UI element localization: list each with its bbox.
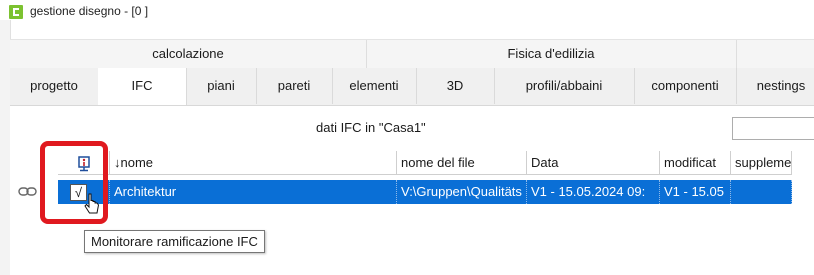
tab-profili-abbaini[interactable]: profili/abbaini xyxy=(494,68,635,104)
column-header-supplemento[interactable]: suppleme xyxy=(731,151,792,175)
tab-componenti[interactable]: componenti xyxy=(634,68,737,104)
cell-modificato[interactable]: V1 - 15.05 xyxy=(660,180,731,204)
app-icon xyxy=(9,5,23,19)
group-tab-bar: calcolazione Fisica d'edilizia xyxy=(10,39,814,69)
cell-file[interactable]: V:\Gruppen\Qualitäts xyxy=(397,180,527,204)
tab-bar: progetto IFC piani pareti elementi 3D pr… xyxy=(10,68,814,106)
cell-supplemento[interactable] xyxy=(731,180,792,204)
tab-3d[interactable]: 3D xyxy=(416,68,495,104)
tab-ifc[interactable]: IFC xyxy=(98,68,187,105)
group-tab-calcolazione[interactable]: calcolazione xyxy=(10,40,367,68)
tab-nestings[interactable]: nestings xyxy=(736,68,814,104)
filter-input[interactable] xyxy=(732,117,814,140)
window-title: gestione disegno - [0 ] xyxy=(30,4,149,18)
section-title: dati IFC in "Casa1" xyxy=(316,120,426,135)
column-header-modificato[interactable]: modificat xyxy=(660,151,731,175)
tooltip: Monitorare ramificazione IFC xyxy=(84,230,265,253)
tab-pareti[interactable]: pareti xyxy=(256,68,333,104)
highlight-box xyxy=(40,141,108,224)
tab-progetto[interactable]: progetto xyxy=(10,68,99,104)
link-icon xyxy=(18,187,37,196)
column-header-nome[interactable]: ↓nome xyxy=(110,151,397,175)
column-header-data[interactable]: Data xyxy=(527,151,660,175)
cell-data[interactable]: V1 - 15.05.2024 09: xyxy=(527,180,660,204)
title-bar: gestione disegno - [0 ] xyxy=(0,0,814,20)
tab-elementi[interactable]: elementi xyxy=(332,68,417,104)
column-header-file[interactable]: nome del file xyxy=(397,151,527,175)
cell-nome[interactable]: Architektur xyxy=(110,180,397,204)
tab-piani[interactable]: piani xyxy=(186,68,257,104)
group-tab-fisica-edilizia[interactable]: Fisica d'edilizia xyxy=(366,40,737,68)
